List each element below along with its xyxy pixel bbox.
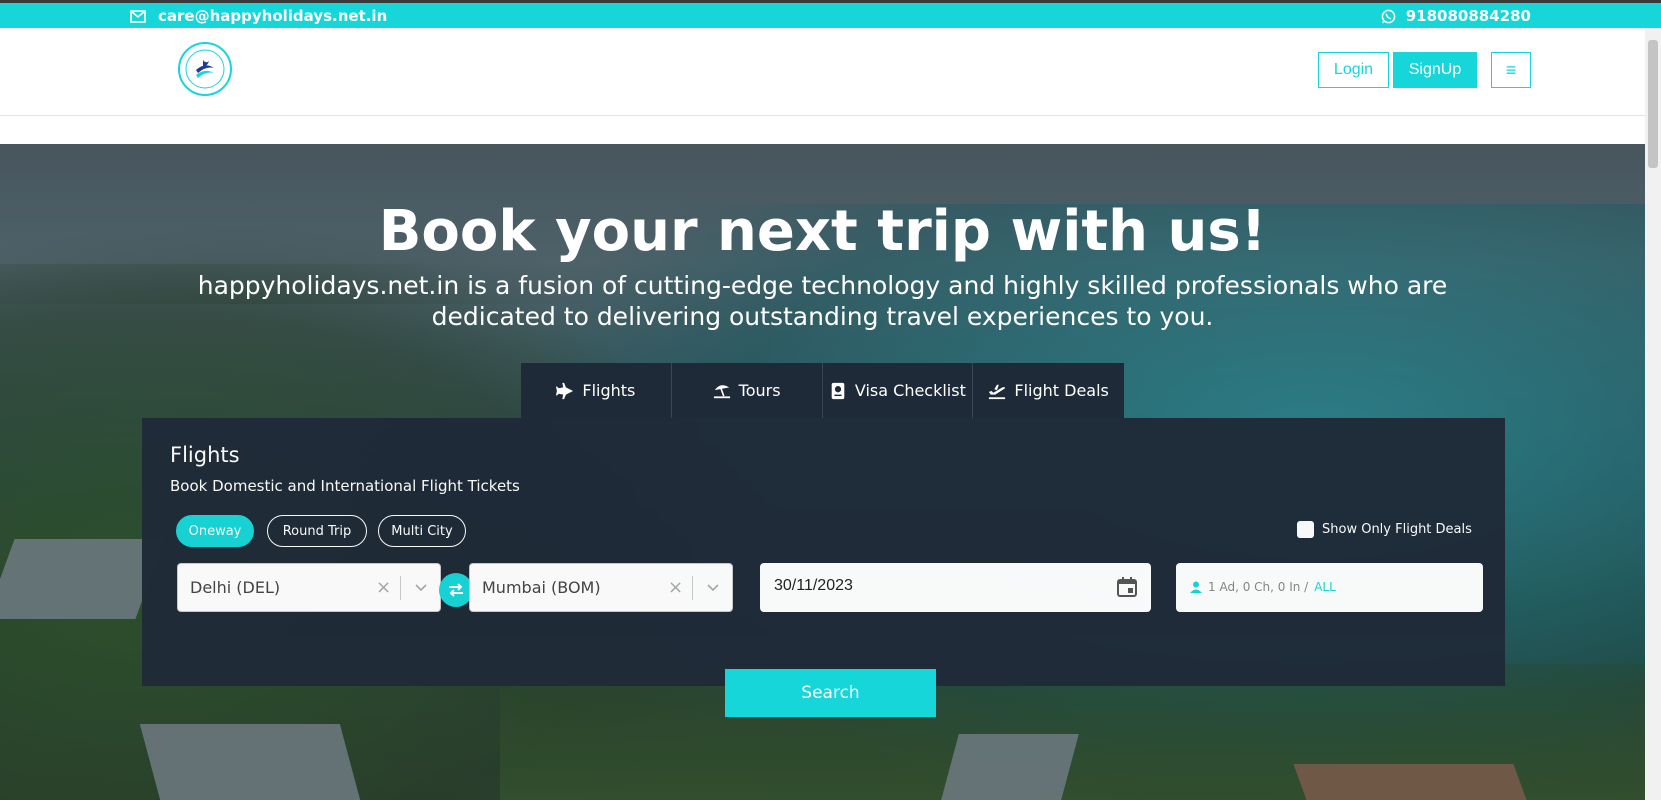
panel-description: Book Domestic and International Flight T… [170,477,520,495]
clear-icon[interactable]: × [376,577,391,598]
phone-text: 918080884280 [1405,7,1531,25]
contact-email[interactable]: care@happyholidays.net.in [130,7,387,25]
panel-title: Flights [170,443,240,467]
tab-flights[interactable]: Flights [521,363,672,418]
swap-icon [449,583,463,597]
envelope-icon [130,9,146,23]
select-separator [400,576,401,600]
from-airport-select[interactable]: Delhi (DEL) × [177,563,441,612]
hero-roof [1293,764,1527,800]
page-scrollbar[interactable] [1645,28,1661,800]
tab-label: Tours [738,381,781,400]
departure-date-value: 30/11/2023 [774,577,853,594]
plane-icon [556,382,574,399]
hero-title: Book your next trip with us! [378,199,1267,264]
from-airport-value: Delhi (DEL) [190,578,281,597]
chevron-down-icon[interactable] [704,578,722,596]
flight-search-panel: Flights Book Domestic and International … [142,418,1505,686]
trip-type-multi-city[interactable]: Multi City [378,515,466,547]
umbrella-beach-icon [713,384,730,398]
checkbox-label: Show Only Flight Deals [1322,522,1472,537]
flight-deals-checkbox[interactable]: Show Only Flight Deals [1297,521,1472,538]
hero-roof [139,724,361,800]
whatsapp-icon [1381,9,1396,23]
cabin-class: ALL [1314,580,1336,594]
header-spacer [0,116,1645,144]
menu-button[interactable]: ≡ [1491,52,1531,88]
tab-label: Visa Checklist [854,381,966,400]
search-button[interactable]: Search [725,669,936,717]
tab-tours[interactable]: Tours [671,363,823,418]
tab-label: Flight Deals [1014,381,1109,400]
signup-button[interactable]: SignUp [1393,52,1477,88]
tab-flight-deals[interactable]: Flight Deals [973,363,1124,418]
passport-icon [831,382,845,399]
hamburger-icon: ≡ [1505,59,1517,80]
hero-subtitle: happyholidays.net.in is a fusion of cutt… [197,271,1448,331]
tab-label: Flights [582,381,636,400]
passenger-summary: 1 Ad, 0 Ch, 0 In / [1208,580,1309,594]
select-separator [692,576,693,600]
checkbox-box[interactable] [1297,521,1314,538]
to-airport-select[interactable]: Mumbai (BOM) × [469,563,733,612]
site-header: Login SignUp ≡ [0,28,1645,116]
plane-departure-icon [989,384,1006,399]
passenger-selector[interactable]: 1 Ad, 0 Ch, 0 In / ALL [1176,563,1483,612]
calendar-icon[interactable] [1115,575,1139,599]
trip-type-round-trip[interactable]: Round Trip [267,515,367,547]
chevron-down-icon[interactable] [412,578,430,596]
hero-roof [941,734,1079,800]
swap-airports-button[interactable] [439,573,473,607]
login-button[interactable]: Login [1318,52,1389,88]
contact-phone[interactable]: 918080884280 [1381,7,1531,25]
email-text: care@happyholidays.net.in [158,7,388,25]
service-tabs: Flights Tours Visa Checklist Flight Deal… [521,363,1124,418]
tab-visa-checklist[interactable]: Visa Checklist [822,363,974,418]
clear-icon[interactable]: × [668,577,683,598]
hero-section: Book your next trip with us! happyholida… [0,144,1645,800]
trip-type-oneway[interactable]: Oneway [176,515,254,547]
user-icon [1190,581,1202,593]
to-airport-value: Mumbai (BOM) [482,578,601,597]
scrollbar-thumb[interactable] [1648,40,1658,168]
site-logo[interactable] [176,40,234,98]
departure-date-input[interactable]: 30/11/2023 [760,563,1151,612]
top-contact-bar: care@happyholidays.net.in 918080884280 [0,0,1661,28]
